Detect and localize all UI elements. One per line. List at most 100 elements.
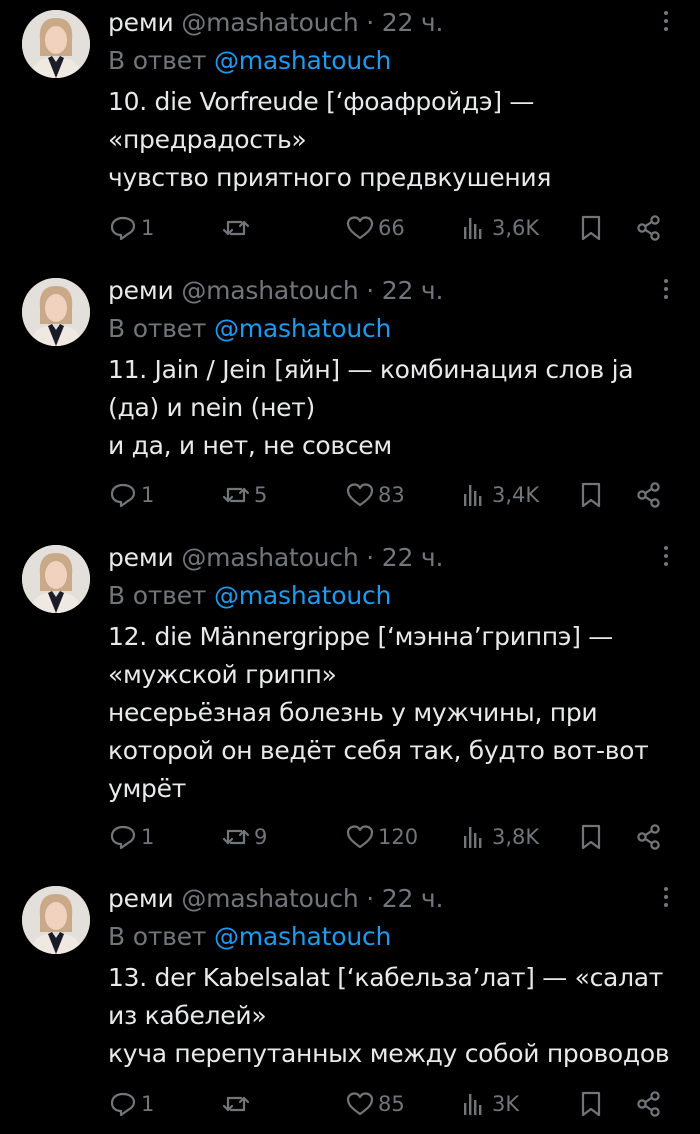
like-count: 85 (378, 1092, 405, 1116)
tweet[interactable]: реми @mashatouch · 22 ч. В ответ @mashat… (0, 0, 700, 262)
views-count: 3,4K (492, 483, 540, 507)
reply-prefix: В ответ (108, 922, 207, 951)
repost-count: 5 (254, 483, 268, 507)
action-bar: 1 66 3,6K (108, 211, 668, 245)
tweet-header: реми @mashatouch · 22 ч. (108, 884, 443, 913)
reply-to-link[interactable]: @mashatouch (214, 922, 391, 951)
views-button[interactable]: 3,4K (459, 478, 539, 512)
views-count: 3K (492, 1092, 520, 1116)
reply-button[interactable]: 1 (108, 478, 154, 512)
author-handle[interactable]: @mashatouch (181, 8, 358, 37)
tweet[interactable]: реми @mashatouch · 22 ч. В ответ @mashat… (0, 535, 700, 875)
repost-button[interactable]: 5 (221, 478, 267, 512)
reply-icon (108, 213, 138, 243)
author-handle[interactable]: @mashatouch (181, 543, 358, 572)
like-icon (345, 822, 375, 852)
tweet-header: реми @mashatouch · 22 ч. (108, 276, 443, 305)
like-count: 120 (378, 825, 419, 849)
reply-button[interactable]: 1 (108, 211, 154, 245)
like-count: 83 (378, 483, 405, 507)
tweet-line: несерьёзная болезнь у мужчины, при (108, 698, 598, 727)
avatar[interactable] (22, 278, 90, 346)
views-button[interactable]: 3K (459, 1087, 519, 1121)
bookmark-button[interactable] (576, 820, 606, 854)
author-name[interactable]: реми (108, 543, 174, 572)
views-count: 3,6K (492, 216, 540, 240)
reply-count: 1 (141, 1092, 155, 1116)
tweet-line: куча перепутанных между собой проводов (108, 1039, 670, 1068)
share-icon (634, 213, 664, 243)
tweet-line: 10. die Vorfreude [‘фоафройдэ] — (108, 87, 535, 116)
timestamp[interactable]: · 22 ч. (366, 276, 443, 305)
author-name[interactable]: реми (108, 276, 174, 305)
author-name[interactable]: реми (108, 884, 174, 913)
bookmark-button[interactable] (576, 1087, 606, 1121)
repost-icon (221, 1089, 251, 1119)
views-icon (459, 213, 489, 243)
reply-context: В ответ @mashatouch (108, 922, 391, 951)
reply-to-link[interactable]: @mashatouch (214, 46, 391, 75)
tweet[interactable]: реми @mashatouch · 22 ч. В ответ @mashat… (0, 876, 700, 1134)
reply-count: 1 (141, 825, 155, 849)
bookmark-button[interactable] (576, 211, 606, 245)
reply-to-link[interactable]: @mashatouch (214, 314, 391, 343)
reply-button[interactable]: 1 (108, 820, 154, 854)
bookmark-icon (576, 822, 606, 852)
share-icon (634, 480, 664, 510)
more-icon[interactable] (656, 884, 676, 912)
bookmark-icon (576, 213, 606, 243)
share-button[interactable] (634, 478, 664, 512)
action-bar: 1 9 120 3,8K (108, 820, 668, 854)
reply-button[interactable]: 1 (108, 1087, 154, 1121)
repost-button[interactable] (221, 1087, 254, 1121)
repost-icon (221, 822, 251, 852)
reply-context: В ответ @mashatouch (108, 314, 391, 343)
author-name[interactable]: реми (108, 8, 174, 37)
more-icon[interactable] (656, 8, 676, 36)
like-icon (345, 1089, 375, 1119)
views-button[interactable]: 3,6K (459, 211, 539, 245)
tweet-line: которой он ведёт себя так, будто вот-вот (108, 736, 649, 765)
views-icon (459, 1089, 489, 1119)
tweet-text: 13. der Kabelsalat [‘кабельза’лат] — «са… (108, 959, 688, 1073)
share-button[interactable] (634, 211, 664, 245)
repost-button[interactable]: 9 (221, 820, 267, 854)
repost-count: 9 (254, 825, 268, 849)
tweet-line: из кабелей» (108, 1001, 267, 1030)
repost-button[interactable] (221, 211, 254, 245)
avatar[interactable] (22, 886, 90, 954)
like-button[interactable]: 83 (345, 478, 405, 512)
reply-icon (108, 1089, 138, 1119)
tweet[interactable]: реми @mashatouch · 22 ч. В ответ @mashat… (0, 268, 700, 530)
share-button[interactable] (634, 1087, 664, 1121)
timestamp[interactable]: · 22 ч. (366, 8, 443, 37)
like-button[interactable]: 85 (345, 1087, 405, 1121)
reply-count: 1 (141, 216, 155, 240)
share-button[interactable] (634, 820, 664, 854)
tweet-text: 10. die Vorfreude [‘фоафройдэ] — «предра… (108, 83, 688, 197)
tweet-header: реми @mashatouch · 22 ч. (108, 543, 443, 572)
views-icon (459, 480, 489, 510)
action-bar: 1 5 83 3,4K (108, 478, 668, 512)
avatar[interactable] (22, 10, 90, 78)
like-button[interactable]: 66 (345, 211, 405, 245)
timestamp[interactable]: · 22 ч. (366, 543, 443, 572)
reply-count: 1 (141, 483, 155, 507)
reply-to-link[interactable]: @mashatouch (214, 581, 391, 610)
action-bar: 1 85 3K (108, 1087, 668, 1121)
avatar[interactable] (22, 545, 90, 613)
author-handle[interactable]: @mashatouch (181, 884, 358, 913)
tweet-line: 13. der Kabelsalat [‘кабельза’лат] — «са… (108, 963, 664, 992)
more-icon[interactable] (656, 543, 676, 571)
views-icon (459, 822, 489, 852)
more-icon[interactable] (656, 276, 676, 304)
like-count: 66 (378, 216, 405, 240)
tweet-line: 12. die Männergrippe [‘мэнна’гриппэ] — (108, 622, 614, 651)
tweet-line: «предрадость» (108, 125, 307, 154)
timestamp[interactable]: · 22 ч. (366, 884, 443, 913)
author-handle[interactable]: @mashatouch (181, 276, 358, 305)
views-button[interactable]: 3,8K (459, 820, 539, 854)
like-icon (345, 213, 375, 243)
like-button[interactable]: 120 (345, 820, 418, 854)
bookmark-button[interactable] (576, 478, 606, 512)
